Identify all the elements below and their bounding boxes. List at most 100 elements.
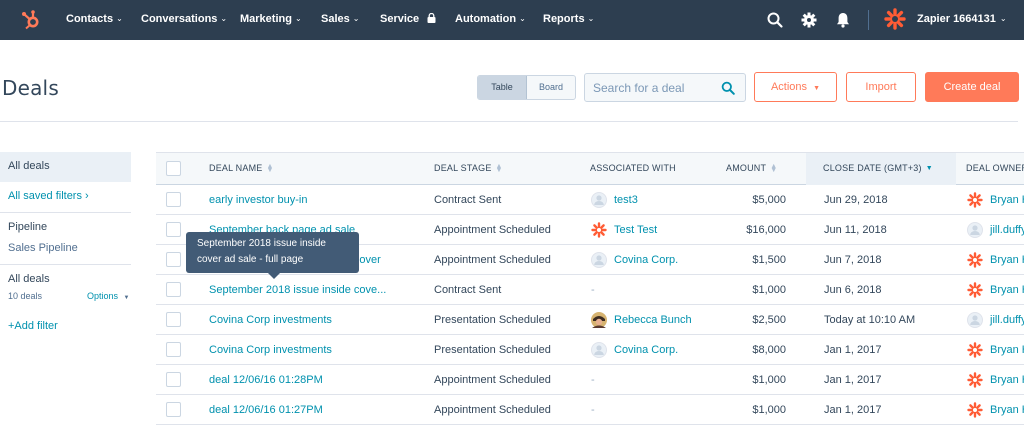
deal-name-link[interactable]: early investor buy-in	[209, 193, 307, 207]
deal-owner-link[interactable]: jill.duffy	[990, 313, 1024, 327]
close-date-cell: Jan 1, 2017	[824, 374, 882, 386]
sort-icon: ▲ ▼	[770, 162, 778, 174]
company-logo-icon	[591, 222, 607, 238]
page-title: Deals	[2, 76, 59, 100]
amount-cell: $5,000	[752, 194, 786, 206]
saved-filters-label: All saved filters	[8, 190, 82, 202]
chevron-down-icon: ⌄	[294, 14, 302, 23]
deal-owner-link[interactable]: jill.duffy	[990, 223, 1024, 237]
deal-name-header-label: DEAL NAME	[209, 163, 263, 173]
column-header-close-date[interactable]: CLOSE DATE (GMT+3) ▼	[823, 163, 933, 173]
deal-owner-link[interactable]: Bryan H	[990, 403, 1024, 417]
row-checkbox[interactable]	[166, 402, 181, 417]
actions-dropdown-button[interactable]: Actions ▼	[754, 72, 837, 102]
deal-stage-cell: Contract Sent	[434, 194, 502, 206]
bell-icon[interactable]	[834, 11, 852, 29]
deal-owner-link[interactable]: Bryan H	[990, 283, 1024, 297]
select-all-checkbox[interactable]	[166, 161, 181, 176]
close-date-cell: Today at 10:10 AM	[824, 314, 916, 326]
nav-reports[interactable]: Reports ⌄	[543, 0, 594, 40]
nav-contacts[interactable]: Contacts ⌄	[66, 0, 123, 40]
account-menu[interactable]: Zapier 1664131 ⌄	[917, 0, 1007, 39]
deal-owner-link[interactable]: Bryan H	[990, 373, 1024, 387]
associated-record-link[interactable]: test3	[614, 193, 638, 207]
add-filter-link[interactable]: +Add filter	[8, 320, 58, 332]
account-avatar[interactable]	[884, 8, 906, 30]
associated-record-link[interactable]: Test Test	[614, 223, 657, 237]
import-button[interactable]: Import	[846, 72, 916, 102]
associated-record-link[interactable]: Covina Corp.	[614, 343, 678, 357]
chevron-down-icon: ⌄	[220, 14, 228, 23]
caret-down-icon: ▼	[813, 85, 821, 92]
header-divider	[0, 121, 1018, 122]
column-header-deal-name[interactable]: DEAL NAME ▲ ▼	[209, 162, 274, 174]
row-checkbox[interactable]	[166, 372, 181, 387]
association-avatar-icon	[591, 192, 607, 208]
association-avatar-icon	[591, 342, 607, 358]
sort-icon: ▲ ▼	[266, 162, 274, 174]
deal-stage-cell: Presentation Scheduled	[434, 344, 551, 356]
deal-owner-link[interactable]: Bryan H	[990, 343, 1024, 357]
hubspot-logo-icon[interactable]	[20, 9, 42, 31]
nav-contacts-label: Contacts	[66, 13, 114, 25]
associated-empty: -	[591, 374, 595, 386]
row-checkbox[interactable]	[166, 192, 181, 207]
nav-conversations[interactable]: Conversations ⌄	[141, 0, 227, 40]
association-avatar-icon	[591, 312, 607, 328]
deal-stage-cell: Presentation Scheduled	[434, 314, 551, 326]
chevron-down-icon: ⌄	[116, 14, 123, 23]
column-header-deal-owner[interactable]: DEAL OWNER	[966, 163, 1024, 173]
owner-avatar-icon	[967, 312, 983, 328]
gear-icon[interactable]	[800, 11, 818, 29]
view-options-dropdown[interactable]: Options ▼	[87, 291, 130, 301]
deal-name-link[interactable]: September 2018 issue inside cove...	[209, 283, 386, 297]
deal-stage-cell: Appointment Scheduled	[434, 254, 551, 266]
column-header-deal-stage[interactable]: DEAL STAGE ▲ ▼	[434, 162, 503, 174]
all-saved-filters-link[interactable]: All saved filters ›	[8, 190, 89, 202]
deal-search-input[interactable]: Search for a deal	[584, 73, 746, 102]
row-checkbox[interactable]	[166, 312, 181, 327]
close-date-cell: Jun 11, 2018	[824, 224, 887, 236]
search-icon[interactable]	[766, 11, 784, 29]
nav-sales-label: Sales	[321, 13, 350, 25]
chevron-down-icon: ⌄	[519, 14, 526, 23]
deal-stage-header-label: DEAL STAGE	[434, 163, 492, 173]
owner-hubspot-icon	[967, 192, 983, 208]
deal-owner-link[interactable]: Bryan H	[990, 253, 1024, 267]
sort-icon: ▲ ▼	[495, 162, 503, 174]
nav-marketing[interactable]: Marketing ⌄	[240, 0, 302, 40]
create-deal-button[interactable]: Create deal	[925, 72, 1019, 102]
nav-service[interactable]: Service	[380, 0, 436, 40]
nav-reports-label: Reports	[543, 13, 585, 25]
deal-name-link[interactable]: deal 12/06/16 01:28PM	[209, 373, 323, 387]
row-checkbox[interactable]	[166, 282, 181, 297]
associated-record-link[interactable]: Covina Corp.	[614, 253, 678, 267]
nav-marketing-label: Marketing	[240, 13, 292, 25]
owner-hubspot-icon	[967, 252, 983, 268]
board-view-button[interactable]: Board	[527, 76, 575, 99]
search-icon[interactable]	[721, 81, 735, 95]
owner-hubspot-icon	[967, 372, 983, 388]
column-header-associated-with[interactable]: ASSOCIATED WITH	[590, 163, 676, 173]
actions-label: Actions	[770, 81, 808, 93]
amount-header-label: AMOUNT	[726, 163, 767, 173]
deal-name-link[interactable]: deal 12/06/16 01:27PM	[209, 403, 323, 417]
nav-sales[interactable]: Sales ⌄	[321, 0, 359, 40]
table-view-button[interactable]: Table	[478, 76, 527, 99]
nav-automation[interactable]: Automation ⌄	[455, 0, 526, 40]
row-checkbox[interactable]	[166, 342, 181, 357]
pipeline-select[interactable]: Sales Pipeline	[8, 242, 78, 254]
associated-record-link[interactable]: Rebecca Bunch	[614, 313, 692, 327]
deal-name-link[interactable]: Covina Corp investments	[209, 343, 332, 357]
deal-owner-link[interactable]: Bryan H	[990, 193, 1024, 207]
deal-name-link[interactable]: Covina Corp investments	[209, 313, 332, 327]
row-checkbox[interactable]	[166, 222, 181, 237]
owner-avatar-icon	[967, 222, 983, 238]
deal-stage-cell: Contract Sent	[434, 284, 502, 296]
view-heading: All deals	[8, 273, 50, 285]
deal-stage-cell: Appointment Scheduled	[434, 374, 551, 386]
owner-hubspot-icon	[967, 402, 983, 418]
row-checkbox[interactable]	[166, 252, 181, 267]
nav-service-label: Service	[380, 13, 420, 25]
column-header-amount[interactable]: AMOUNT ▲ ▼	[726, 162, 778, 174]
